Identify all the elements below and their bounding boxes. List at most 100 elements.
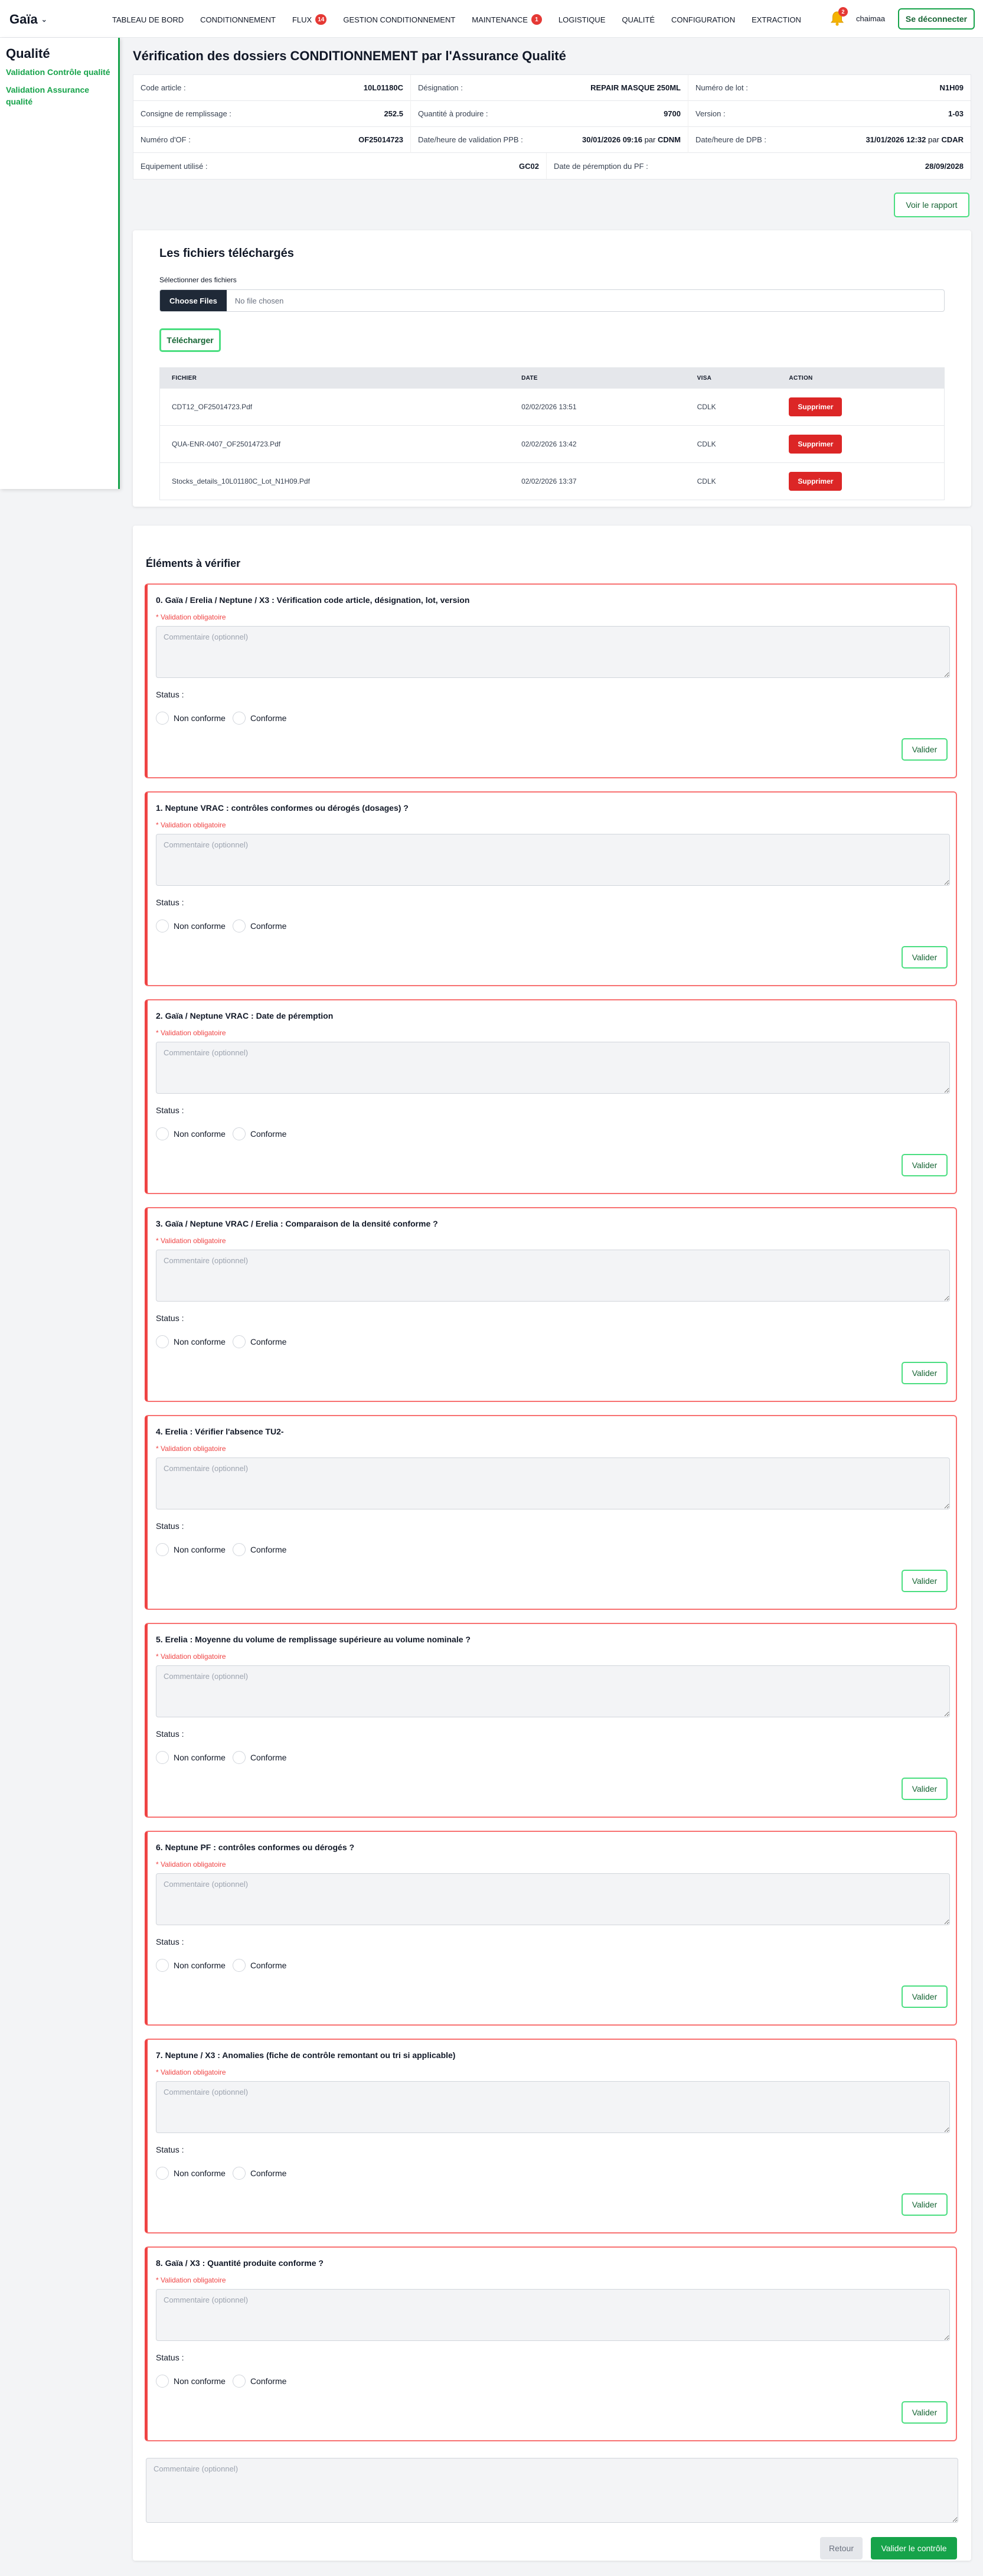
voir-rapport-button[interactable]: Voir le rapport bbox=[894, 193, 969, 217]
comment-input[interactable] bbox=[156, 1457, 950, 1509]
info-consigne: Consigne de remplissage : 252.5 bbox=[133, 100, 411, 127]
status-radio-group: Non conforme Conforme bbox=[156, 2167, 293, 2180]
required-label: * Validation obligatoire bbox=[156, 1860, 226, 1869]
final-comment-input[interactable] bbox=[146, 2458, 958, 2523]
info-value: 28/09/2028 bbox=[925, 161, 964, 171]
radio-non-conforme[interactable]: Non conforme bbox=[156, 1751, 226, 1764]
nav-item-extraction[interactable]: EXTRACTION bbox=[752, 14, 801, 25]
comment-input[interactable] bbox=[156, 2081, 950, 2133]
radio-circle-icon[interactable] bbox=[156, 2375, 169, 2388]
nav-item-configuration[interactable]: CONFIGURATION bbox=[671, 14, 735, 25]
radio-non-conforme[interactable]: Non conforme bbox=[156, 1335, 226, 1348]
radio-circle-icon[interactable] bbox=[232, 1751, 246, 1764]
valider-button[interactable]: Valider bbox=[902, 1985, 948, 2008]
valider-button[interactable]: Valider bbox=[902, 946, 948, 969]
info-quantite: Quantité à produire : 9700 bbox=[411, 100, 688, 127]
radio-conforme[interactable]: Conforme bbox=[232, 712, 286, 725]
info-row: Consigne de remplissage : 252.5 Quantité… bbox=[133, 100, 971, 127]
status-label: Status : bbox=[156, 1521, 184, 1531]
file-name: Stocks_details_10L01180C_Lot_N1H09.Pdf bbox=[172, 477, 310, 485]
radio-non-conforme[interactable]: Non conforme bbox=[156, 2167, 226, 2180]
info-numero-of: Numéro d'OF : OF25014723 bbox=[133, 126, 411, 153]
sidebar-item-validation-controle-qualite[interactable]: Validation Contrôle qualité bbox=[6, 66, 112, 78]
radio-label: Non conforme bbox=[174, 1129, 226, 1139]
radio-circle-icon[interactable] bbox=[232, 1959, 246, 1972]
radio-circle-icon[interactable] bbox=[232, 919, 246, 932]
valider-button[interactable]: Valider bbox=[902, 1778, 948, 1800]
status-label: Status : bbox=[156, 1313, 184, 1323]
radio-non-conforme[interactable]: Non conforme bbox=[156, 1959, 226, 1972]
delete-file-button[interactable]: Supprimer bbox=[789, 472, 842, 491]
radio-circle-icon[interactable] bbox=[156, 2167, 169, 2180]
valider-button[interactable]: Valider bbox=[902, 1570, 948, 1592]
radio-conforme[interactable]: Conforme bbox=[232, 1751, 286, 1764]
valider-button[interactable]: Valider bbox=[902, 1362, 948, 1384]
radio-conforme[interactable]: Conforme bbox=[232, 2375, 286, 2388]
upload-button[interactable]: Télécharger bbox=[159, 328, 221, 352]
comment-input[interactable] bbox=[156, 1665, 950, 1717]
radio-conforme[interactable]: Conforme bbox=[232, 1959, 286, 1972]
radio-conforme[interactable]: Conforme bbox=[232, 1543, 286, 1556]
column-header-fichier: FICHIER bbox=[172, 374, 197, 381]
radio-circle-icon[interactable] bbox=[156, 712, 169, 725]
logout-button[interactable]: Se déconnecter bbox=[898, 8, 975, 30]
radio-circle-icon[interactable] bbox=[156, 919, 169, 932]
comment-input[interactable] bbox=[156, 1873, 950, 1925]
status-radio-group: Non conforme Conforme bbox=[156, 1751, 293, 1764]
delete-file-button[interactable]: Supprimer bbox=[789, 435, 842, 454]
info-label: Numéro d'OF : bbox=[141, 135, 191, 144]
delete-file-button[interactable]: Supprimer bbox=[789, 397, 842, 416]
nav-item-maintenance[interactable]: MAINTENANCE 1 bbox=[472, 14, 542, 25]
radio-circle-icon[interactable] bbox=[232, 1543, 246, 1556]
valider-button[interactable]: Valider bbox=[902, 738, 948, 761]
nav-item-flux[interactable]: FLUX 14 bbox=[292, 14, 327, 25]
radio-circle-icon[interactable] bbox=[156, 1127, 169, 1140]
nav-item-conditionnement[interactable]: CONDITIONNEMENT bbox=[200, 14, 276, 25]
radio-conforme[interactable]: Conforme bbox=[232, 1127, 286, 1140]
radio-circle-icon[interactable] bbox=[156, 1959, 169, 1972]
radio-non-conforme[interactable]: Non conforme bbox=[156, 2375, 226, 2388]
retour-button[interactable]: Retour bbox=[820, 2537, 863, 2559]
radio-conforme[interactable]: Conforme bbox=[232, 2167, 286, 2180]
radio-non-conforme[interactable]: Non conforme bbox=[156, 1127, 226, 1140]
valider-button[interactable]: Valider bbox=[902, 2193, 948, 2216]
check-item: 1. Neptune VRAC : contrôles conformes ou… bbox=[145, 791, 957, 986]
radio-conforme[interactable]: Conforme bbox=[232, 1335, 286, 1348]
radio-circle-icon[interactable] bbox=[232, 2375, 246, 2388]
flux-count-badge: 14 bbox=[315, 14, 327, 25]
radio-circle-icon[interactable] bbox=[156, 1543, 169, 1556]
valider-button[interactable]: Valider bbox=[902, 1154, 948, 1176]
nav-item-tableau-de-bord[interactable]: TABLEAU DE BORD bbox=[112, 14, 184, 25]
radio-conforme[interactable]: Conforme bbox=[232, 919, 286, 932]
username: chaimaa bbox=[856, 14, 886, 23]
comment-input[interactable] bbox=[156, 1250, 950, 1302]
check-item: 5. Erelia : Moyenne du volume de remplis… bbox=[145, 1623, 957, 1818]
notification-count-badge: 2 bbox=[838, 7, 848, 17]
valider-button[interactable]: Valider bbox=[902, 2401, 948, 2424]
radio-circle-icon[interactable] bbox=[232, 2167, 246, 2180]
radio-circle-icon[interactable] bbox=[232, 1335, 246, 1348]
radio-non-conforme[interactable]: Non conforme bbox=[156, 1543, 226, 1556]
radio-circle-icon[interactable] bbox=[156, 1751, 169, 1764]
nav-item-logistique[interactable]: LOGISTIQUE bbox=[559, 14, 605, 25]
info-value: N1H09 bbox=[939, 83, 964, 92]
choose-files-button[interactable]: Choose Files bbox=[160, 290, 227, 311]
brand-menu[interactable]: Gaïa ⌄ bbox=[9, 12, 47, 27]
nav-item-label: EXTRACTION bbox=[752, 15, 801, 24]
valider-controle-button[interactable]: Valider le contrôle bbox=[871, 2537, 957, 2559]
radio-circle-icon[interactable] bbox=[156, 1335, 169, 1348]
comment-input[interactable] bbox=[156, 2289, 950, 2341]
radio-label: Non conforme bbox=[174, 921, 226, 931]
nav-item-qualite[interactable]: QUALITÉ bbox=[622, 14, 655, 25]
radio-circle-icon[interactable] bbox=[232, 1127, 246, 1140]
comment-input[interactable] bbox=[156, 834, 950, 886]
radio-circle-icon[interactable] bbox=[232, 712, 246, 725]
comment-input[interactable] bbox=[156, 626, 950, 678]
radio-non-conforme[interactable]: Non conforme bbox=[156, 712, 226, 725]
nav-item-gestion-conditionnement[interactable]: GESTION CONDITIONNEMENT bbox=[343, 14, 455, 25]
status-label: Status : bbox=[156, 1106, 184, 1115]
comment-input[interactable] bbox=[156, 1042, 950, 1094]
radio-non-conforme[interactable]: Non conforme bbox=[156, 919, 226, 932]
sidebar-item-validation-assurance-qualite[interactable]: Validation Assurance qualité bbox=[6, 84, 112, 107]
file-input[interactable]: Choose Files No file chosen bbox=[159, 289, 945, 312]
